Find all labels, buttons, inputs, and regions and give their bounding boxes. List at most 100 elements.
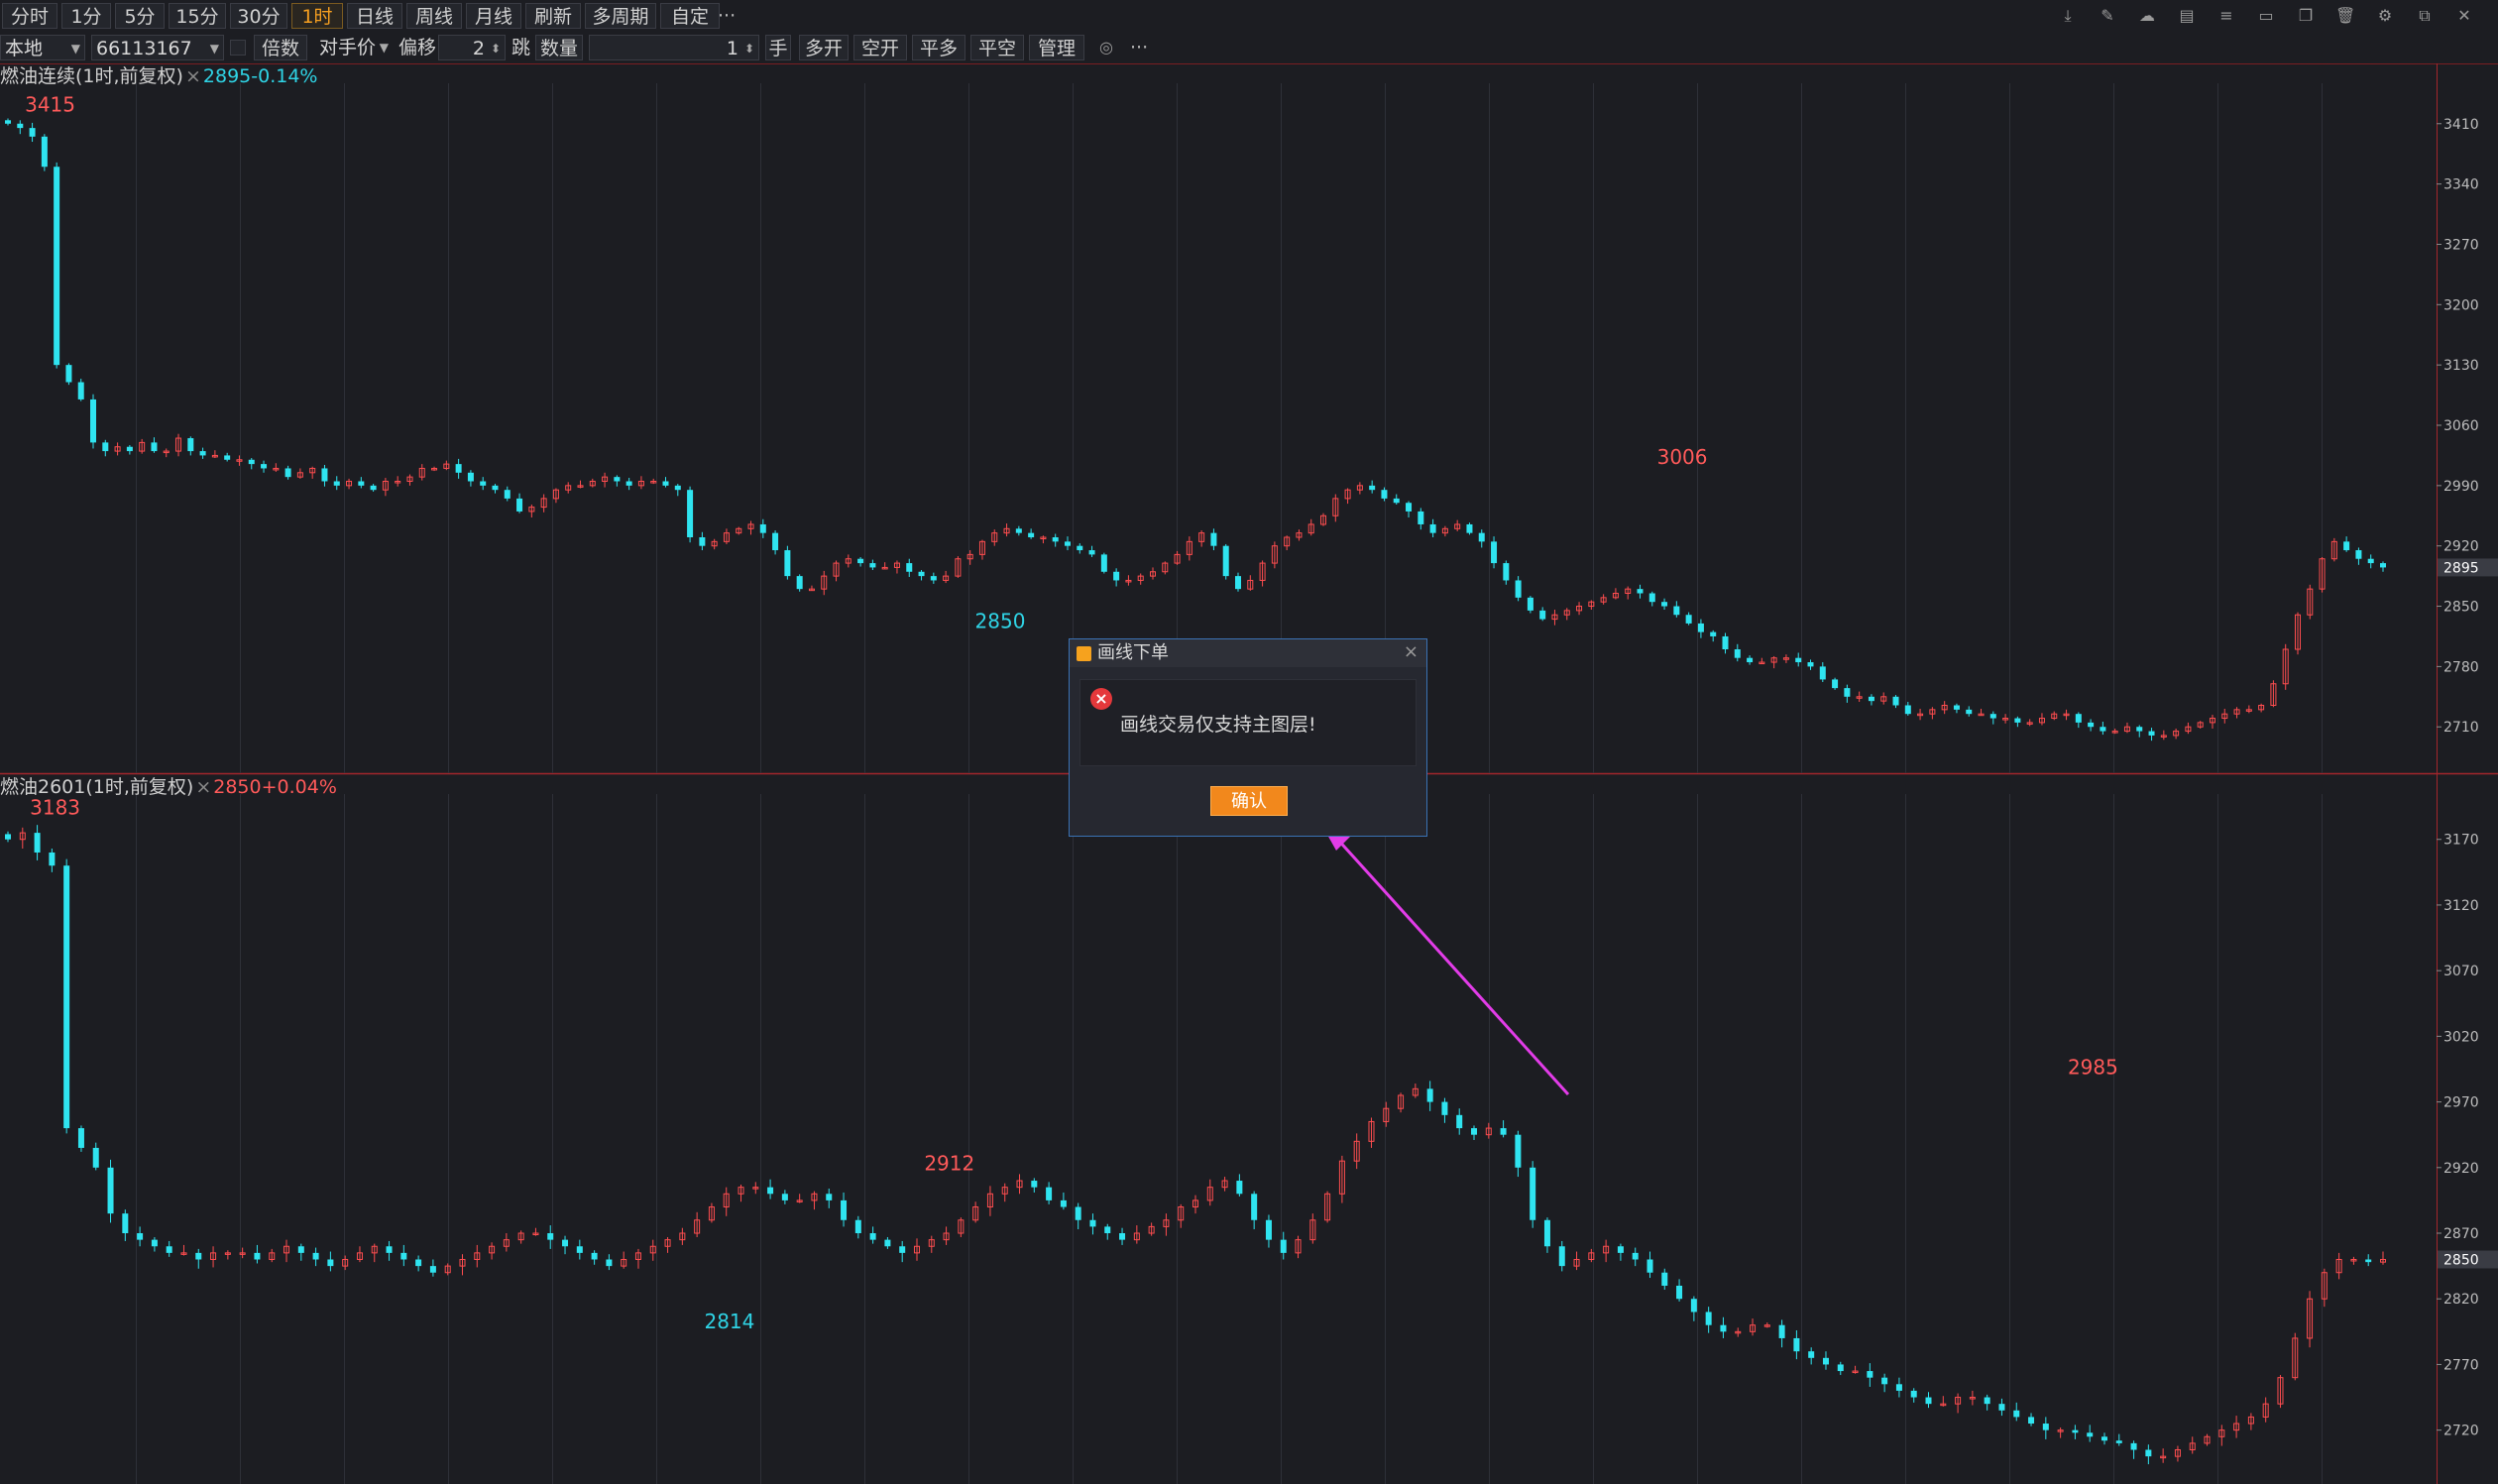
action-button[interactable]: 管理	[1029, 35, 1084, 60]
period-button[interactable]: 自定	[660, 3, 720, 29]
candle-body	[562, 1239, 569, 1247]
account-select[interactable]: 本地 ▼	[0, 35, 85, 60]
candle-body	[1515, 1134, 1522, 1168]
action-button[interactable]: 空开	[853, 35, 907, 60]
candle-body	[1210, 532, 1217, 546]
y-tick-label: 3270	[2443, 237, 2479, 253]
price-type-select[interactable]: 对手价 ▼	[315, 35, 393, 60]
candle-body	[504, 490, 511, 499]
close-icon[interactable]: ×	[1404, 641, 1419, 662]
y-tick-label: 3060	[2443, 418, 2479, 434]
y-tick-label: 2770	[2443, 1357, 2479, 1373]
price-change: 2850+0.04%	[213, 776, 337, 798]
candle-body	[1075, 1206, 1081, 1220]
period-button[interactable]: 5分	[115, 3, 165, 29]
current-price-label: 2850	[2443, 1252, 2479, 1268]
trash-icon[interactable]: 🗑	[2335, 6, 2355, 26]
target-icon[interactable]: ◎	[1096, 38, 1116, 57]
checkbox[interactable]	[230, 40, 246, 56]
candle-body	[1478, 532, 1485, 542]
candle-body	[1685, 615, 1692, 624]
account-id-select[interactable]: 66113167 ▼	[91, 35, 224, 60]
y-tick-label: 3070	[2443, 964, 2479, 979]
y-tick-label: 2920	[2443, 539, 2479, 555]
candle-body	[1868, 696, 1874, 702]
candle-body	[1953, 705, 1960, 710]
period-button[interactable]: 日线	[347, 3, 402, 29]
candle-body	[199, 451, 206, 456]
y-tick-label: 2780	[2443, 659, 2479, 675]
candle-body	[137, 1233, 144, 1240]
candle-body	[2088, 722, 2095, 728]
close-panel-icon[interactable]: ×	[195, 776, 211, 798]
candle-body	[107, 1167, 114, 1214]
copy-icon[interactable]: ❐	[2296, 6, 2316, 26]
candle-body	[102, 442, 109, 452]
candle-body	[662, 481, 669, 486]
candle-body	[261, 464, 268, 469]
offset-stepper[interactable]: 2 ⬍	[438, 35, 506, 60]
candle-body	[1429, 523, 1436, 533]
candle-body	[400, 1252, 407, 1260]
close-panel-icon[interactable]: ×	[185, 65, 201, 87]
candle-body	[2380, 563, 2386, 568]
confirm-button[interactable]: 确认	[1210, 786, 1288, 816]
multiplier-button[interactable]: 倍数	[254, 35, 307, 60]
period-button[interactable]: 周线	[406, 3, 462, 29]
candle-body	[297, 1246, 304, 1253]
candle-body	[547, 1233, 554, 1240]
candle-body	[1617, 1246, 1624, 1253]
candle-body	[386, 1246, 393, 1253]
period-button[interactable]: 30分	[230, 3, 287, 29]
candle-body	[17, 123, 24, 129]
layers-icon[interactable]: ▤	[2177, 6, 2197, 26]
candle-body	[1807, 662, 1814, 667]
period-button[interactable]: 分时	[2, 3, 57, 29]
quantity-button[interactable]: 数量	[535, 35, 583, 60]
action-button[interactable]: 平空	[970, 35, 1024, 60]
candle-body	[869, 563, 876, 568]
quantity-stepper[interactable]: 1 ⬍	[589, 35, 759, 60]
period-button[interactable]: 1分	[61, 3, 111, 29]
cloud-icon[interactable]: ☁	[2137, 6, 2157, 26]
panel-title-main: 燃油连续(1时,前复权) × 2895-0.14%	[0, 63, 317, 89]
window-icon[interactable]: ▭	[2256, 6, 2276, 26]
candle-body	[1832, 679, 1839, 689]
candle-body	[77, 382, 84, 400]
chevron-down-icon: ▼	[379, 41, 389, 55]
candle-body	[1381, 490, 1388, 499]
candle-body	[899, 1246, 906, 1253]
candle-body	[2148, 731, 2155, 736]
candle-body	[2365, 1259, 2372, 1263]
pencil-icon[interactable]: ✎	[2098, 6, 2117, 26]
action-button[interactable]: 多开	[799, 35, 849, 60]
candle-body	[1844, 688, 1851, 697]
candle-body	[869, 1233, 876, 1240]
period-button[interactable]: 刷新	[525, 3, 581, 29]
candle-body	[1015, 528, 1022, 533]
candle-body	[480, 481, 487, 486]
period-button[interactable]: 15分	[169, 3, 226, 29]
pin-icon[interactable]: ⤓	[2058, 6, 2078, 26]
more-options-icon[interactable]: ···	[1130, 35, 1148, 60]
candle-body	[1369, 485, 1376, 491]
candle-body	[2145, 1449, 2152, 1457]
candle-body	[1104, 1226, 1111, 1234]
y-tick-label: 3170	[2443, 833, 2479, 849]
action-button[interactable]: 平多	[912, 35, 965, 60]
candle-body	[1747, 657, 1754, 663]
settings-icon[interactable]: ⚙	[2375, 6, 2395, 26]
sliders-icon[interactable]: ≡	[2216, 6, 2236, 26]
candle-body	[1222, 545, 1229, 577]
candle-body	[1235, 576, 1242, 590]
candle-body	[455, 464, 462, 473]
candle-body	[1998, 1404, 2005, 1411]
period-button[interactable]: 月线	[466, 3, 521, 29]
more-periods-icon[interactable]: ···	[718, 3, 736, 29]
period-button[interactable]: 1时	[291, 3, 343, 29]
close-icon[interactable]: ✕	[2454, 6, 2474, 26]
restore-icon[interactable]: ⧉	[2415, 6, 2435, 26]
period-button[interactable]: 多周期	[585, 3, 656, 29]
panel-title-sub: 燃油2601(1时,前复权) × 2850+0.04%	[0, 774, 337, 800]
candle-body	[1648, 593, 1655, 603]
